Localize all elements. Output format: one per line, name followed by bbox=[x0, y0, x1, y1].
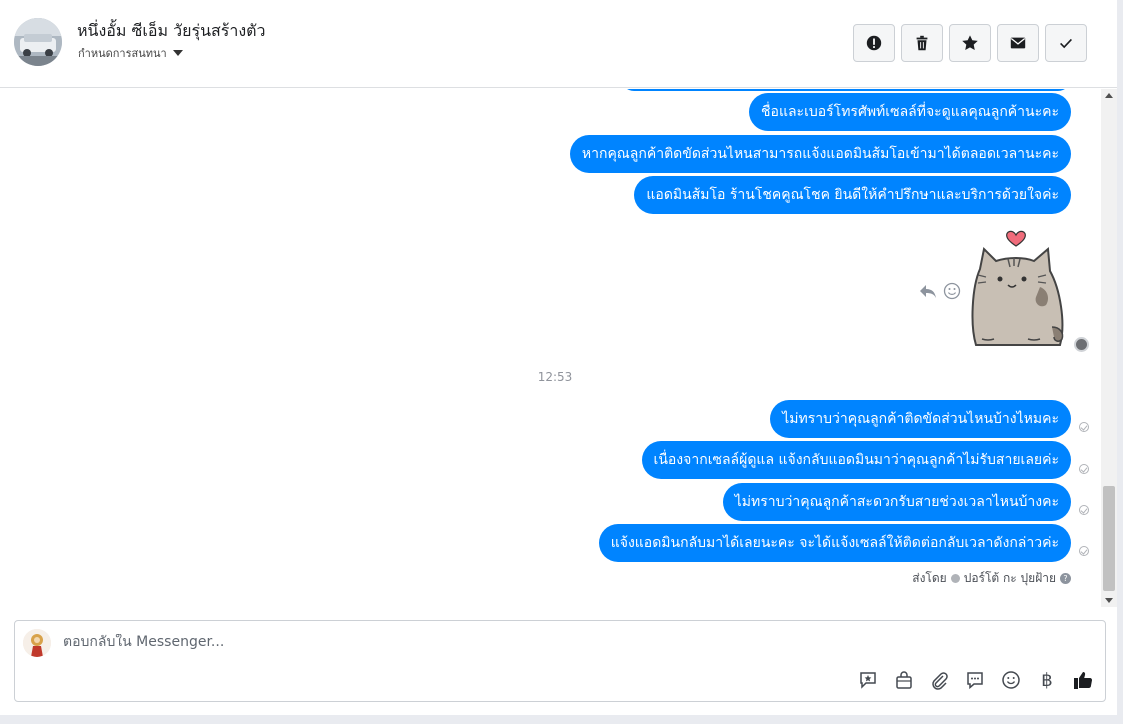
saved-reply-icon bbox=[860, 672, 876, 689]
message-actions bbox=[919, 282, 961, 300]
thread-scrollbar[interactable] bbox=[1101, 89, 1117, 607]
attachment-icon bbox=[932, 672, 948, 690]
sent-by-prefix: ส่งโดย bbox=[912, 571, 947, 585]
scroll-up-arrow-icon[interactable] bbox=[1105, 93, 1113, 98]
message-bubble[interactable]: หากคุณลูกค้าติดขัดส่วนไหนสามารถแจ้งแอดมิ… bbox=[569, 135, 1071, 173]
assign-conversation-dropdown[interactable]: กำหนดการสนทนา bbox=[78, 44, 183, 62]
pusheen-sticker[interactable] bbox=[968, 227, 1072, 351]
sent-check-icon bbox=[1079, 422, 1089, 432]
message-bubble[interactable]: เนื่องจากเซลล์ผู้ดูแล แจ้งกลับแอดมินมาว่… bbox=[641, 441, 1071, 479]
message-thread[interactable]: ชื่อและเบอร์โทรศัพท์เซลล์ที่จะดูแลคุณลูก… bbox=[0, 89, 1100, 607]
payment-button[interactable]: ฿ bbox=[1036, 669, 1058, 691]
message-bubble[interactable]: ชื่อและเบอร์โทรศัพท์เซลล์ที่จะดูแลคุณลูก… bbox=[749, 93, 1071, 131]
messenger-inbox-window: หนึ่งอั้ม ซีเอ็ม วัยรุ่นสร้างตัว กำหนดกา… bbox=[0, 0, 1117, 715]
emoji-button[interactable] bbox=[1000, 669, 1022, 691]
contact-avatar[interactable] bbox=[14, 18, 62, 66]
conversation-header: หนึ่งอั้ม ซีเอ็ม วัยรุ่นสร้างตัว กำหนดกา… bbox=[0, 0, 1117, 88]
message-bubble[interactable]: แอดมินส้มโอ ร้านโชคคูณโชค ยินดีให้คำปรึก… bbox=[634, 176, 1071, 214]
caret-down-icon bbox=[172, 50, 183, 56]
seen-by-avatar bbox=[1074, 337, 1089, 352]
message-bubble[interactable]: แจ้งแอดมินกลับมาได้เลยนะคะ จะได้แจ้งเซลล… bbox=[598, 524, 1071, 562]
message-bubble[interactable]: ไม่ทราบว่าคุณลูกค้าสะดวกรับสายช่วงเวลาไห… bbox=[722, 483, 1071, 521]
sender-status-icon bbox=[950, 574, 960, 583]
scroll-down-arrow-icon[interactable] bbox=[1105, 598, 1113, 603]
help-icon[interactable]: ? bbox=[1060, 573, 1071, 584]
envelope-icon bbox=[1010, 37, 1026, 49]
sent-check-icon bbox=[1079, 546, 1089, 556]
mark-unread-button[interactable] bbox=[997, 24, 1039, 62]
mark-spam-button[interactable] bbox=[853, 24, 895, 62]
page-avatar bbox=[23, 629, 51, 657]
mark-done-button[interactable] bbox=[1045, 24, 1087, 62]
sent-by-name[interactable]: ปอร์โต้ กะ ปุยฝ้าย bbox=[964, 569, 1056, 588]
spam-icon bbox=[866, 35, 882, 51]
emoji-react-icon[interactable] bbox=[943, 282, 961, 300]
baht-icon: ฿ bbox=[1041, 669, 1053, 691]
assign-label: กำหนดการสนทนา bbox=[78, 47, 167, 60]
check-icon bbox=[1060, 38, 1072, 49]
reply-input[interactable] bbox=[63, 634, 863, 650]
message-bubble-partial bbox=[621, 89, 1071, 91]
reply-icon[interactable] bbox=[919, 283, 937, 299]
shop-bag-icon bbox=[896, 671, 912, 689]
attach-file-button[interactable] bbox=[928, 669, 950, 691]
sent-check-icon bbox=[1079, 505, 1089, 515]
like-icon bbox=[1074, 672, 1093, 689]
star-icon bbox=[962, 35, 978, 51]
message-template-button[interactable] bbox=[964, 669, 986, 691]
sent-check-icon bbox=[1079, 464, 1089, 474]
star-button[interactable] bbox=[949, 24, 991, 62]
scroll-thumb[interactable] bbox=[1103, 486, 1115, 591]
shop-button[interactable] bbox=[893, 669, 915, 691]
saved-reply-button[interactable] bbox=[857, 669, 879, 691]
delete-button[interactable] bbox=[901, 24, 943, 62]
message-bubble[interactable]: ไม่ทราบว่าคุณลูกค้าติดขัดส่วนไหนบ้างไหมค… bbox=[770, 400, 1071, 438]
sent-by-line: ส่งโดย ปอร์โต้ กะ ปุยฝ้าย ? bbox=[912, 569, 1071, 588]
trash-icon bbox=[916, 35, 928, 51]
reply-composer: ฿ bbox=[14, 620, 1106, 702]
contact-name: หนึ่งอั้ม ซีเอ็ม วัยรุ่นสร้างตัว bbox=[77, 21, 266, 40]
chat-bubble-icon bbox=[967, 672, 983, 690]
message-timestamp: 12:53 bbox=[537, 370, 573, 384]
emoji-icon bbox=[1002, 671, 1020, 689]
like-button[interactable] bbox=[1072, 669, 1094, 691]
